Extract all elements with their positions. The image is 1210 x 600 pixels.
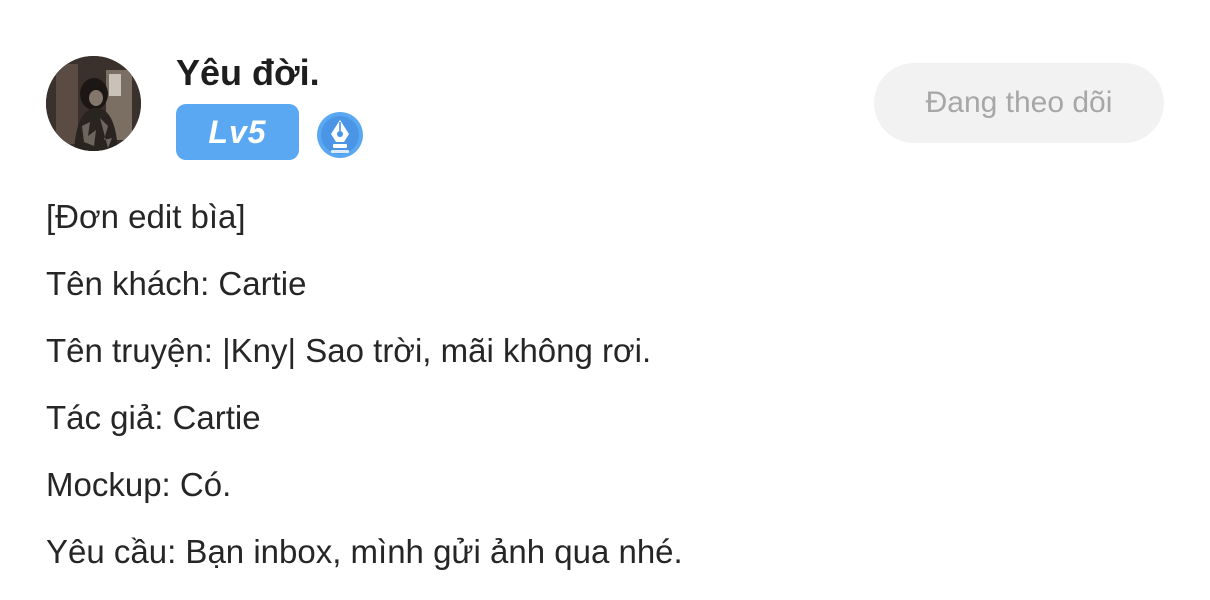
content-line: [Đơn edit bìa] [46,198,246,235]
avatar[interactable] [46,56,141,151]
avatar-photo-icon [46,56,141,151]
content-line: Mockup: Có. [46,466,232,503]
content-line: Tác giả: Cartie [46,399,261,436]
post-card: Yêu đời. Lv5 Đang theo dõi [Đơn edit bìa… [0,0,1210,600]
following-button[interactable]: Đang theo dõi [874,63,1164,143]
content-line: Tên khách: Cartie [46,265,307,302]
pen-nib-icon[interactable] [315,110,365,160]
level-badge: Lv5 [176,104,299,160]
username[interactable]: Yêu đời. [176,52,320,94]
post-content: [Đơn edit bìa] Tên khách: Cartie Tên tru… [46,190,1146,592]
level-label: Lv5 [208,113,267,150]
content-line: Yêu cầu: Bạn inbox, mình gửi ảnh qua nhé… [46,533,683,570]
content-line: Tên truyện: |Kny| Sao trời, mãi không rơ… [46,332,652,369]
